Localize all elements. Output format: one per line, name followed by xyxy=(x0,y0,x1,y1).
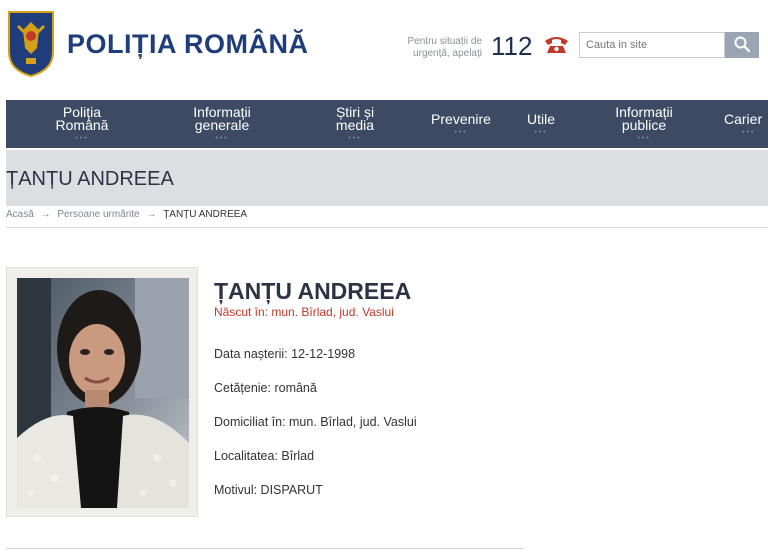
breadcrumb-separator: → xyxy=(40,209,51,220)
nav-dots: ••• xyxy=(742,128,756,136)
nav-dots: ••• xyxy=(637,135,651,142)
phone-icon[interactable] xyxy=(543,34,570,54)
nav-item-informatii-generale[interactable]: Informații generale ••• xyxy=(180,100,264,148)
page-title: ȚANȚU ANDREEA xyxy=(6,168,174,190)
emergency-number[interactable]: 112 xyxy=(491,31,532,62)
nav-item-utile[interactable]: Utile ••• xyxy=(516,100,566,148)
emergency-text: Pentru situații de urgență, apelați xyxy=(392,36,483,60)
breadcrumb-separator: → xyxy=(146,209,157,220)
site-header: POLIȚIA ROMÂNĂ Pentru situații de urgenț… xyxy=(0,0,768,96)
search-input[interactable] xyxy=(579,32,725,58)
nav-dots: ••• xyxy=(454,128,468,136)
search-icon xyxy=(734,36,751,52)
breadcrumb-current: ȚANȚU ANDREEA xyxy=(163,209,248,220)
nav-dots: ••• xyxy=(75,135,89,142)
breadcrumb-section-link[interactable]: Persoane urmărite xyxy=(57,209,139,220)
nav-item-label: Carier xyxy=(724,110,763,127)
nav-item-informatii-publice[interactable]: Informații publice ••• xyxy=(602,100,686,148)
person-reason: Motivul: DISPARUT xyxy=(214,483,323,497)
nav-item-label: Utile xyxy=(526,110,555,127)
person-photo-frame xyxy=(6,267,198,517)
nav-item-politia-romana[interactable]: Poliția Română ••• xyxy=(46,100,118,148)
nav-dots: ••• xyxy=(348,135,362,142)
emergency-text-line1: Pentru situații de xyxy=(407,36,483,47)
nav-item-label: publice xyxy=(621,117,667,133)
person-photo[interactable] xyxy=(17,278,189,508)
breadcrumb: Acasă → Persoane urmărite → ȚANȚU ANDREE… xyxy=(6,209,247,220)
page-title-band: ȚANȚU ANDREEA xyxy=(6,150,768,206)
person-birth-date: Data nașterii: 12-12-1998 xyxy=(214,347,356,361)
person-locality: Localitatea: Bîrlad xyxy=(214,449,315,463)
nav-dots: ••• xyxy=(534,128,548,136)
person-residence: Domiciliat în: mun. Bîrlad, jud. Vaslui xyxy=(214,415,417,429)
nav-item-label: Română xyxy=(55,117,109,133)
person-name: ȚANȚU ANDREEA xyxy=(214,278,412,304)
emergency-text-line2: urgență, apelați xyxy=(413,48,482,59)
nav-item-prevenire[interactable]: Prevenire ••• xyxy=(422,100,500,148)
nav-item-label: media xyxy=(335,117,375,133)
nav-item-label: generale xyxy=(194,117,250,133)
content-divider xyxy=(6,548,524,549)
site-title[interactable]: POLIȚIA ROMÂNĂ xyxy=(67,29,308,60)
nav-item-stiri-media[interactable]: Știri și media ••• xyxy=(322,100,388,148)
breadcrumb-divider xyxy=(6,227,768,228)
main-navigation: Poliția Română ••• Informații generale •… xyxy=(6,100,768,148)
nav-dots: ••• xyxy=(215,135,229,142)
nav-item-cariera[interactable]: Carier ••• xyxy=(724,100,768,148)
search-button[interactable] xyxy=(725,32,759,58)
coat-of-arms-icon[interactable] xyxy=(6,8,56,78)
breadcrumb-home-link[interactable]: Acasă xyxy=(6,209,34,220)
person-birthplace: Născut în: mun. Bîrlad, jud. Vaslui xyxy=(214,305,394,319)
nav-item-label: Prevenire xyxy=(431,110,491,127)
person-citizenship: Cetățenie: română xyxy=(214,381,317,395)
